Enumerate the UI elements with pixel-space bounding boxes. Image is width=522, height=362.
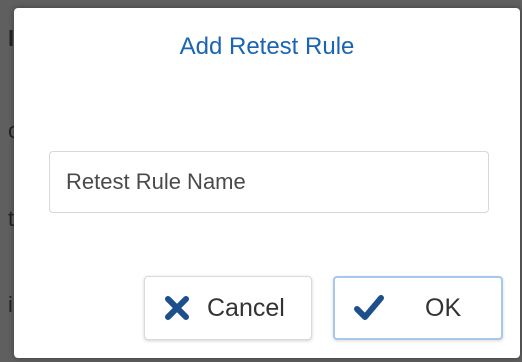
dialog-title: Add Retest Rule xyxy=(179,33,355,60)
background-text-fragment: i xyxy=(8,292,13,317)
checkmark-icon xyxy=(353,292,385,324)
add-retest-rule-dialog: Add Retest Rule Cancel OK xyxy=(14,8,520,358)
cancel-button-label: Cancel xyxy=(207,293,285,322)
retest-rule-name-input[interactable] xyxy=(49,151,489,213)
ok-button-label: OK xyxy=(425,293,462,322)
cancel-button[interactable]: Cancel xyxy=(144,276,312,340)
ok-button[interactable]: OK xyxy=(333,276,503,340)
close-icon xyxy=(161,292,193,324)
